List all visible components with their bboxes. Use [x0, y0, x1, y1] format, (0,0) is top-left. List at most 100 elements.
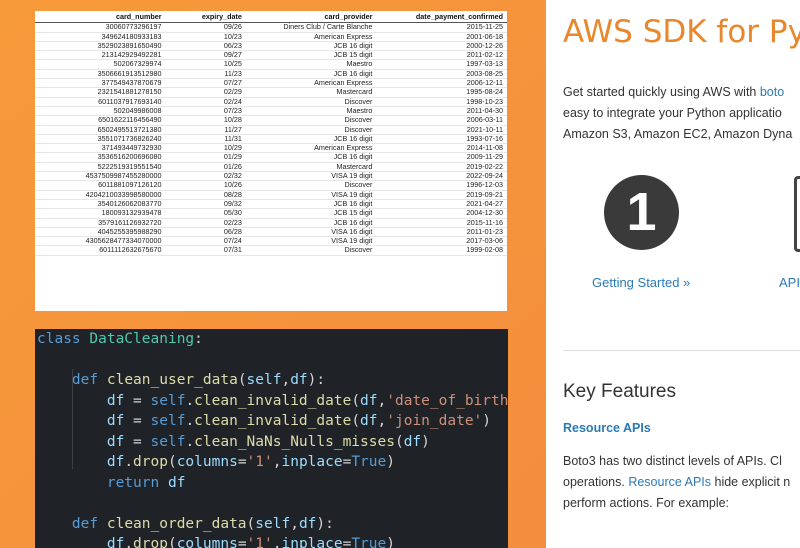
resource-apis-heading[interactable]: Resource APIs — [563, 421, 651, 435]
table-cell: 3579161126932720 — [35, 218, 166, 228]
code-token: return — [106, 474, 160, 491]
table-cell: 2004-12-30 — [376, 208, 507, 219]
para-text: Boto3 has two distinct levels of APIs. C… — [563, 454, 782, 468]
table-cell: 349624180933183 — [35, 32, 166, 42]
table-cell: 2009-11-29 — [376, 153, 507, 163]
table-cell: 01/29 — [165, 153, 246, 163]
code-token: '1' — [246, 454, 273, 470]
page-title: AWS SDK for Pyth — [563, 14, 800, 50]
table-cell: 10/25 — [165, 60, 246, 70]
code-token: clean_invalid_date — [194, 413, 352, 429]
table-row: 6011112632675670 07/31 Discover 1999-02-08 — [35, 246, 507, 256]
table-row: 3536516200696080 01/29 JCB 16 digit 2009-11… — [35, 153, 507, 163]
table-header-row: card_number expiry_date card_provider da… — [35, 11, 507, 24]
table-cell: 2015-11-16 — [376, 218, 507, 228]
intro-text: Get started quickly using AWS with — [563, 85, 760, 99]
code-token: df — [403, 433, 422, 450]
table-cell: JCB 15 digit — [245, 208, 377, 219]
table-cell: 502067329974 — [35, 60, 166, 70]
table-cell: 02/29 — [165, 88, 246, 98]
indent-guide — [72, 369, 73, 469]
key-features-heading: Key Features — [563, 381, 676, 402]
table-cell: Mastercard — [245, 88, 377, 98]
code-token: clean_invalid_date — [194, 392, 352, 409]
intro-text: Amazon S3, Amazon EC2, Amazon Dyna — [563, 127, 793, 141]
code-line-8: return df — [35, 473, 508, 494]
code-token: clean_order_data — [106, 515, 247, 532]
table-cell: Discover — [245, 125, 377, 135]
col-header-date-payment-confirmed: date_payment_confirmed — [376, 11, 507, 24]
code-line-11: df.drop(columns='1',inplace=True) — [35, 534, 508, 548]
table-cell: 05/30 — [165, 208, 246, 219]
table-row: 213142929492281 09/27 JCB 15 digit 2011-02-… — [35, 50, 507, 61]
step-one-icon: 1 — [604, 175, 679, 250]
code-line-6: df = self.clean_NaNs_Nulls_misses(df) — [106, 433, 430, 450]
code-token: def — [71, 372, 99, 388]
code-token: self — [255, 515, 291, 532]
section-divider — [563, 350, 800, 351]
code-line-1: class DataCleaning: — [37, 331, 203, 347]
code-token: '1' — [246, 536, 273, 548]
code-token: df — [106, 454, 125, 470]
table-cell: 30060773296197 — [35, 23, 166, 33]
table-cell: 09/26 — [165, 23, 246, 33]
table-cell: American Express — [245, 32, 377, 42]
code-token: DataCleaning — [89, 331, 195, 347]
code-token: self — [150, 392, 186, 409]
table-cell: 6502495513721380 — [35, 125, 166, 135]
table-cell: 10/26 — [165, 181, 246, 191]
boto-link[interactable]: boto — [760, 85, 784, 99]
code-editor-screenshot: class DataCleaning: def clean_user_data(… — [35, 329, 508, 548]
table-cell: 10/28 — [165, 115, 246, 126]
table-cell: 11/27 — [165, 125, 246, 135]
table-cell: Discover — [245, 246, 377, 256]
table-cell: 1999-02-08 — [376, 246, 507, 256]
table-cell: 2015-11-25 — [376, 23, 507, 33]
code-token: columns — [176, 536, 238, 548]
code-token: df — [106, 413, 125, 429]
code-token: df — [106, 392, 125, 409]
code-token: df — [167, 474, 186, 491]
table-cell: JCB 16 digit — [245, 153, 377, 163]
code-token: columns — [176, 454, 238, 470]
table-cell: 2321541881278150 — [35, 88, 166, 98]
code-token: True — [351, 536, 387, 548]
table-row: 180093132939478 05/30 JCB 15 digit 2004-12-… — [35, 208, 507, 219]
table-cell: 1996-12-03 — [376, 181, 507, 191]
table-cell: 2001-06-18 — [376, 32, 507, 42]
code-token: df — [290, 372, 308, 388]
code-line-4: df = self.clean_invalid_date(df,'date_of… — [35, 391, 508, 412]
table-cell: JCB 16 digit — [245, 218, 377, 228]
col-header-card-number: card_number — [35, 11, 166, 24]
code-line-7: df.drop(columns='1',inplace=True) — [106, 454, 395, 470]
code-token: inplace — [281, 454, 343, 470]
code-token: df — [106, 536, 125, 548]
code-token: self — [150, 413, 186, 429]
table-cell: 02/23 — [165, 218, 246, 228]
code-token: df — [298, 515, 317, 532]
table-cell: Maestro — [245, 60, 377, 70]
code-line-5: df = self.clean_invalid_date(df,'join_da… — [106, 413, 492, 429]
getting-started-link[interactable]: Getting Started » — [592, 275, 690, 290]
table-row: 2321541881278150 02/29 Mastercard 1995-08-2… — [35, 88, 507, 98]
table-cell: 1997-03-13 — [376, 60, 507, 70]
code-line-10: def clean_order_data(self,df): — [71, 515, 334, 532]
table-row: 502067329974 10/25 Maestro 1997-03-13 — [35, 60, 507, 70]
code-token: df — [360, 413, 378, 429]
table-cell: 180093132939478 — [35, 208, 166, 219]
table-row: 6502495513721380 11/27 Discover 2021-10-11 — [35, 125, 507, 135]
para-text: hide explicit n — [711, 475, 791, 489]
table-cell: Diners Club / Carte Blanche — [245, 23, 377, 33]
aws-sdk-docs-page: AWS SDK for Pyth Get started quickly usi… — [546, 0, 800, 548]
col-header-expiry-date: expiry_date — [165, 11, 246, 24]
col-header-card-provider: card_provider — [245, 11, 377, 24]
resource-apis-link[interactable]: Resource APIs — [628, 475, 711, 489]
table-row: 30060773296197 09/26 Diners Club / Carte B… — [35, 23, 507, 33]
table-cell: 6011881097126120 — [35, 181, 166, 191]
code-token: df — [360, 392, 378, 409]
table-row: 3579161126932720 02/23 JCB 16 digit 2015-11… — [35, 218, 507, 228]
card-details-table-screenshot: card_number expiry_date card_provider da… — [35, 11, 507, 311]
intro-text: easy to integrate your Python applicatio — [563, 106, 782, 120]
table-cell: 3536516200696080 — [35, 153, 166, 163]
api-reference-link[interactable]: API — [779, 275, 800, 290]
